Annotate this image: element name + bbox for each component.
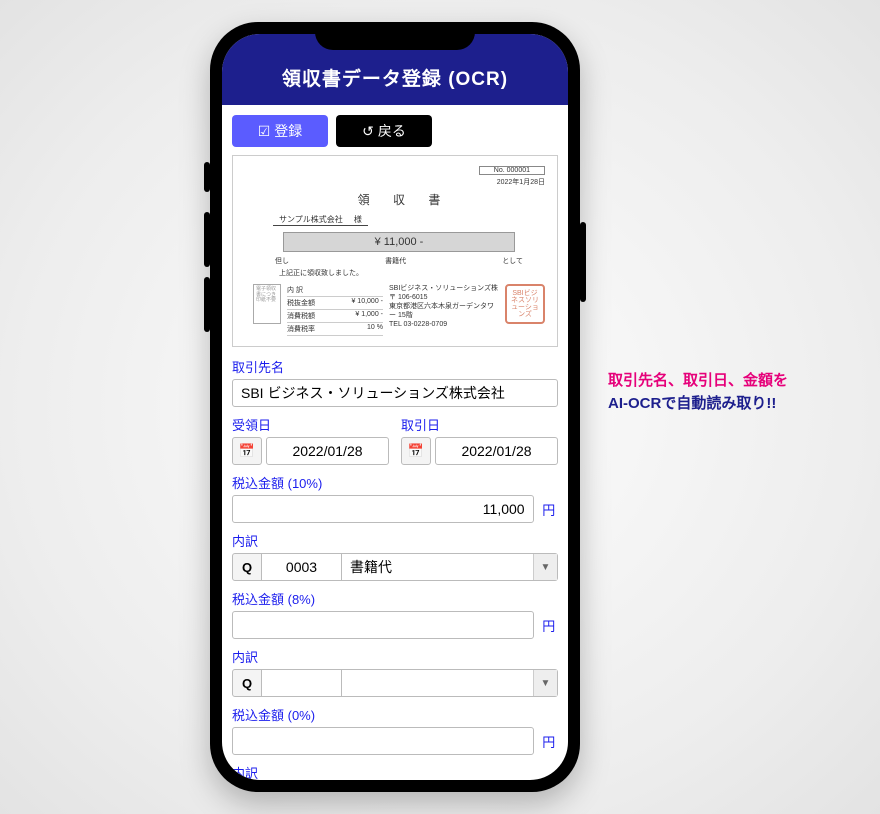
receipt-r2b: ¥ 1,000 - <box>355 311 383 321</box>
phone-side-button <box>204 277 210 332</box>
breakdown0-label: 内訳 <box>232 763 558 780</box>
search-icon[interactable]: Q <box>232 669 262 697</box>
txn-date-label: 取引日 <box>401 415 558 434</box>
phone-side-button <box>204 212 210 267</box>
phone-frame: 領収書データ登録 (OCR) ☑ 登録 ↺ 戻る No. 000001 2022… <box>210 22 580 792</box>
calendar-icon[interactable]: 📅 <box>401 437 431 465</box>
amount0-input[interactable] <box>232 727 534 755</box>
receipt-seal: SBIビジネスソリューションズ <box>505 284 545 324</box>
content-scroll[interactable]: No. 000001 2022年1月28日 領 収 書 サンプル株式会社 様 ¥… <box>222 153 568 780</box>
receipt-to-suffix: 様 <box>354 215 362 224</box>
back-button[interactable]: ↺ 戻る <box>336 115 432 147</box>
amount10-label: 税込金額 (10%) <box>232 473 558 492</box>
page-title: 領収書データ登録 (OCR) <box>222 34 568 105</box>
screen: 領収書データ登録 (OCR) ☑ 登録 ↺ 戻る No. 000001 2022… <box>222 34 568 780</box>
receipt-issuer: SBIビジネス・ソリューションズ株 〒 106-6015 東京都港区六本木泉ガー… <box>389 284 499 329</box>
toolbar: ☑ 登録 ↺ 戻る <box>222 105 568 153</box>
receipt-r3b: 10 % <box>367 324 383 334</box>
yen-unit: 円 <box>540 616 558 635</box>
receipt-issuer-name: SBIビジネス・ソリューションズ株 <box>389 284 499 293</box>
receipt-issuer-addr: 東京都港区六本木泉ガーデンタワー 15階 <box>389 302 499 320</box>
receipt-bt-head: 内 訳 <box>287 285 303 295</box>
receipt-r1a: 税抜金額 <box>287 298 315 308</box>
breakdown10-label: 内訳 <box>232 531 558 550</box>
receipt-issuer-zip: 〒 106-6015 <box>389 293 499 302</box>
receipt-issuer-tel: TEL 03-0228-0709 <box>389 320 499 329</box>
receipt-date: 2022年1月28日 <box>497 179 545 186</box>
receipt-no: 000001 <box>507 167 530 174</box>
receipt-preview: No. 000001 2022年1月28日 領 収 書 サンプル株式会社 様 ¥… <box>232 155 558 347</box>
breakdown10-code-input[interactable] <box>262 553 342 581</box>
amount0-label: 税込金額 (0%) <box>232 705 558 724</box>
register-button-label: 登録 <box>274 121 302 141</box>
amount8-label: 税込金額 (8%) <box>232 589 558 608</box>
phone-side-button <box>204 162 210 192</box>
breakdown8-code-input[interactable] <box>262 669 342 697</box>
receipt-title: 領 収 書 <box>253 191 545 208</box>
check-icon: ☑ <box>258 123 271 140</box>
receipt-stamp-area: 電子領収書につき印紙不要 <box>253 284 281 324</box>
receipt-amount: ¥ 11,000 - <box>283 232 515 252</box>
receipt-no-label: No. <box>494 167 505 174</box>
receipt-to: サンプル株式会社 <box>279 215 343 224</box>
receipt-r2a: 消費税額 <box>287 311 315 321</box>
breakdown10-select[interactable] <box>342 553 558 581</box>
partner-input[interactable] <box>232 379 558 407</box>
amount8-input[interactable] <box>232 611 534 639</box>
phone-side-button <box>580 222 586 302</box>
receive-date-label: 受領日 <box>232 415 389 434</box>
receipt-tadashi: 但し <box>275 256 289 266</box>
txn-date-input[interactable] <box>435 437 558 465</box>
receipt-note: 上記正に領収致しました。 <box>279 268 545 278</box>
partner-label: 取引先名 <box>232 357 558 376</box>
amount10-input[interactable] <box>232 495 534 523</box>
yen-unit: 円 <box>540 732 558 751</box>
receipt-r1b: ¥ 10,000 - <box>351 298 383 308</box>
receipt-toshite: として <box>502 256 523 266</box>
calendar-icon[interactable]: 📅 <box>232 437 262 465</box>
search-icon[interactable]: Q <box>232 553 262 581</box>
callout-line1: 取引先名、取引日、金額を <box>608 370 788 393</box>
receipt-r3a: 消費税率 <box>287 324 315 334</box>
back-button-label: 戻る <box>378 121 406 141</box>
breakdown8-select[interactable] <box>342 669 558 697</box>
receipt-item: 書籍代 <box>385 256 406 266</box>
callout-text: 取引先名、取引日、金額を AI-OCRで自動読み取り!! <box>608 370 788 415</box>
receive-date-input[interactable] <box>266 437 389 465</box>
receipt-breakdown-table: 内 訳 税抜金額 ¥ 10,000 - 消費税額 ¥ 1,000 - 消費税率 10 … <box>287 284 383 336</box>
callout-line2: AI-OCRで自動読み取り!! <box>608 393 788 416</box>
register-button[interactable]: ☑ 登録 <box>232 115 328 147</box>
breakdown8-label: 内訳 <box>232 647 558 666</box>
back-icon: ↺ <box>362 123 374 140</box>
yen-unit: 円 <box>540 500 558 519</box>
